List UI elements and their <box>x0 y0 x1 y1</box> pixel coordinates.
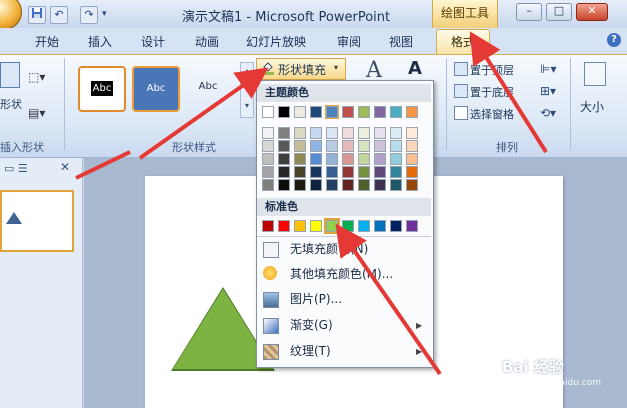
annotation-arrow-panel <box>75 150 131 180</box>
watermark-brand: Bai 经验 <box>502 358 564 376</box>
watermark-url: jingyan.baidu.com <box>518 378 602 388</box>
annotation-arrow-green-swatch <box>335 223 442 376</box>
annotation-arrow-format-tab <box>469 31 548 154</box>
annotation-arrows <box>75 31 548 376</box>
annotation-arrow-shape-fill <box>138 67 269 160</box>
